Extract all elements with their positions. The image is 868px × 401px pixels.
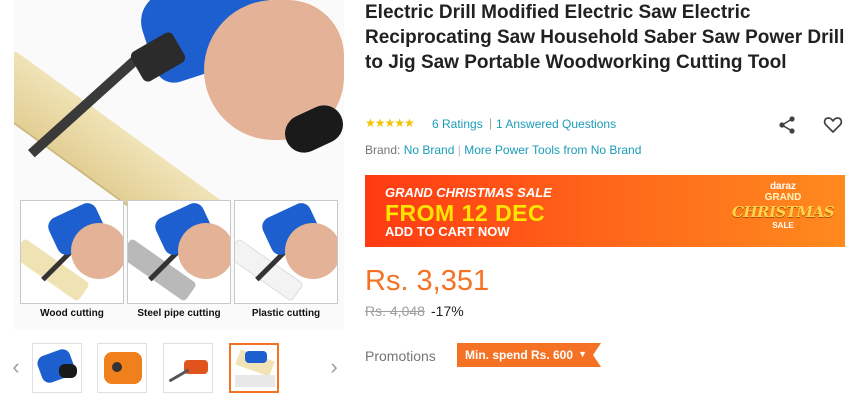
original-price: Rs. 4,048 bbox=[365, 303, 425, 319]
product-info: Electric Drill Modified Electric Saw Ele… bbox=[365, 0, 865, 75]
rating-stars-icon: ★★★★★ bbox=[365, 116, 415, 130]
use-case-steel bbox=[127, 200, 231, 304]
thumbnail-2[interactable] bbox=[97, 343, 147, 393]
discount-percent: -17% bbox=[431, 303, 464, 319]
promotion-tag[interactable]: Min. spend Rs. 600 ▼ bbox=[457, 343, 601, 367]
use-case-caption: Steel pipe cutting bbox=[137, 308, 221, 319]
thumb-uses-graphic bbox=[235, 375, 275, 387]
banner-line-3: ADD TO CART NOW bbox=[385, 224, 510, 239]
more-from-brand-link[interactable]: More Power Tools from No Brand bbox=[464, 143, 641, 157]
current-price: Rs. 3,351 bbox=[365, 265, 490, 297]
divider: | bbox=[489, 116, 493, 130]
thumbnail-3[interactable] bbox=[163, 343, 213, 393]
hand-graphic bbox=[71, 223, 123, 279]
logo-brand: daraz bbox=[769, 181, 797, 192]
brand-link[interactable]: No Brand bbox=[404, 143, 455, 157]
caret-down-icon: ▼ bbox=[578, 349, 588, 359]
logo-sale: SALE bbox=[772, 221, 794, 230]
thumb-grip-graphic bbox=[59, 364, 77, 378]
logo-grand: GRAND bbox=[764, 192, 802, 203]
chevron-right-icon[interactable]: › bbox=[326, 353, 342, 381]
banner-line-2: FROM 12 DEC bbox=[385, 200, 546, 226]
brand-row: Brand: No Brand | More Power Tools from … bbox=[365, 143, 845, 157]
thumb-dot-graphic bbox=[112, 362, 122, 372]
heart-icon[interactable] bbox=[823, 115, 843, 135]
main-product-image[interactable]: Wood cutting Steel pipe cutting Plastic … bbox=[14, 0, 344, 330]
promotion-tag-text: Min. spend Rs. 600 bbox=[465, 348, 574, 362]
hand-graphic bbox=[285, 223, 337, 279]
thumbnail-strip: ‹ › bbox=[0, 335, 350, 401]
use-case-caption: Wood cutting bbox=[40, 308, 104, 319]
daraz-christmas-logo: daraz GRAND CHRISTMAS SALE bbox=[731, 181, 835, 241]
banner-line-1: GRAND CHRISTMAS SALE bbox=[385, 185, 552, 200]
use-case-plastic bbox=[234, 200, 338, 304]
brand-label: Brand: bbox=[365, 143, 401, 157]
answered-questions-link[interactable]: 1 Answered Questions bbox=[496, 117, 616, 131]
thumb-blade-graphic bbox=[168, 368, 190, 383]
chevron-left-icon[interactable]: ‹ bbox=[8, 353, 24, 381]
use-case-row: Wood cutting Steel pipe cutting Plastic … bbox=[20, 200, 340, 330]
thumb-saw-graphic bbox=[245, 351, 267, 363]
thumbnail-4[interactable] bbox=[229, 343, 279, 393]
christmas-sale-banner[interactable]: GRAND CHRISTMAS SALE FROM 12 DEC ADD TO … bbox=[365, 175, 845, 247]
rating-row: ★★★★★ 6 Ratings | 1 Answered Questions bbox=[365, 115, 855, 135]
share-icon[interactable] bbox=[777, 115, 797, 135]
product-gallery: Wood cutting Steel pipe cutting Plastic … bbox=[0, 0, 350, 401]
use-case-wood bbox=[20, 200, 124, 304]
divider: | bbox=[457, 143, 461, 157]
thumbnail-1[interactable] bbox=[32, 343, 82, 393]
logo-christmas: CHRISTMAS bbox=[731, 203, 835, 221]
product-title: Electric Drill Modified Electric Saw Ele… bbox=[365, 2, 845, 73]
hand-graphic bbox=[178, 223, 230, 279]
thumb-orange-saw-graphic bbox=[104, 352, 142, 384]
ratings-link[interactable]: 6 Ratings bbox=[432, 117, 483, 131]
promotions-label: Promotions bbox=[365, 348, 436, 364]
use-case-caption: Plastic cutting bbox=[251, 308, 321, 319]
